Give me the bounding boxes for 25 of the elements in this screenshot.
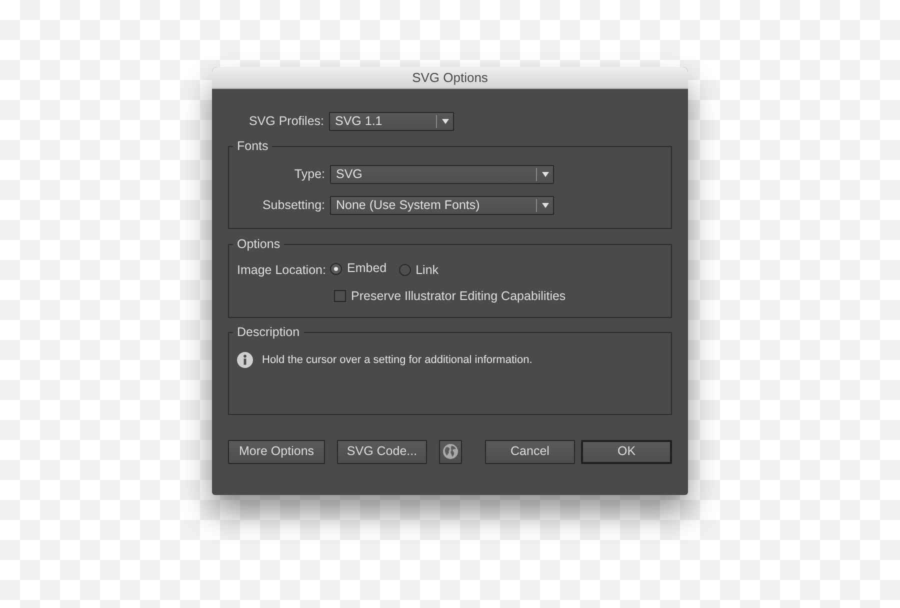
group-title: Fonts: [236, 139, 270, 154]
field-label: Image Location:: [236, 262, 327, 279]
caret-icon: [442, 119, 448, 124]
caret-icon: [542, 172, 548, 177]
profile-dropdown[interactable]: SVG 1.1: [329, 112, 454, 131]
caret-icon: [542, 203, 548, 208]
group-title: Description: [236, 325, 301, 340]
globe-button[interactable]: [439, 440, 462, 464]
font-type-dropdown[interactable]: SVG: [330, 165, 554, 184]
dialog-button[interactable]: Cancel: [485, 440, 575, 464]
globe-icon: [443, 444, 458, 459]
info-icon: [237, 352, 253, 368]
window-title: SVG Options: [212, 67, 688, 89]
field-label: SVG Profiles:: [248, 113, 325, 130]
dialog-button[interactable]: More Options: [228, 440, 325, 464]
subsetting-dropdown[interactable]: None (Use System Fonts): [330, 196, 554, 215]
radio-option[interactable]: Link: [398, 260, 439, 280]
field-label: Subsetting:: [261, 197, 326, 214]
radio-option[interactable]: Embed: [330, 259, 387, 278]
checkbox-option[interactable]: Preserve Illustrator Editing Capabilities: [334, 286, 566, 306]
dialog-button[interactable]: OK: [581, 440, 672, 464]
dialog-button[interactable]: SVG Code...: [337, 440, 427, 464]
description-text: Hold the cursor over a setting for additional information.: [262, 353, 532, 368]
group-title: Options: [236, 237, 282, 252]
field-label: Type:: [293, 166, 326, 184]
